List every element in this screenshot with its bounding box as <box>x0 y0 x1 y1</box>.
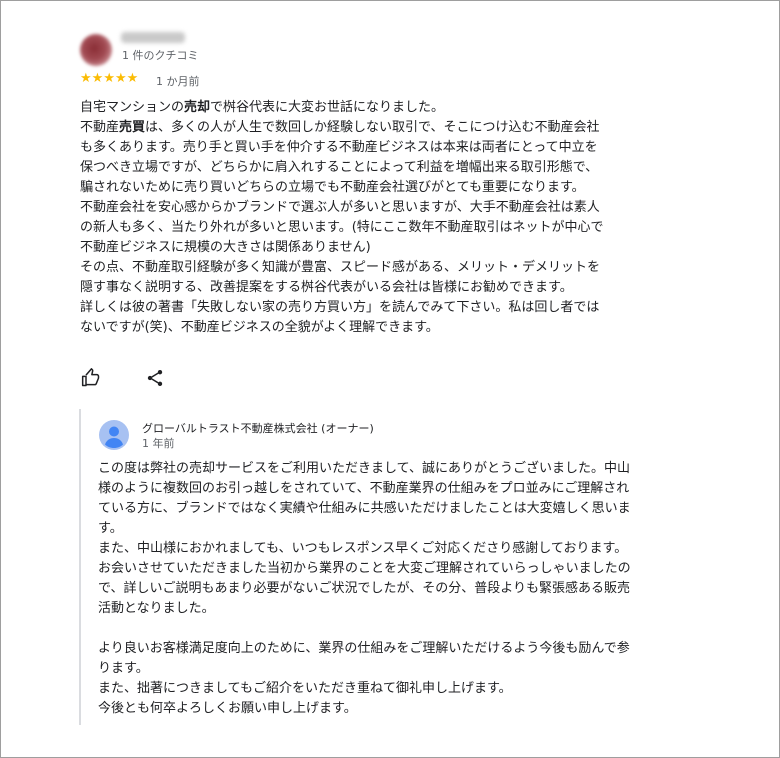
review-text-segment: 保つべき立場ですが、どちらかに肩入れすることによって利益を増幅出来る取引形態で、 <box>80 160 599 175</box>
star-icon: ★ <box>80 71 92 86</box>
reply-text-line: で、詳しいご説明もあまり必要がないご状況でしたが、その分、普段よりも緊張感ある販… <box>98 581 630 596</box>
review-text-line: 隠す事なく説明する、改善提案をする桝谷代表がいる会社は皆様にお勧めできます。 <box>80 278 680 298</box>
owner-avatar[interactable] <box>99 420 129 450</box>
star-icon: ★ <box>114 71 127 86</box>
review-text-segment: 不動産 <box>80 120 120 135</box>
review-text-line: 不動産会社を安心感からかブランドで選ぶ人が多いと思いますが、大手不動産会社は素人 <box>80 198 680 218</box>
reviewer-name-redacted[interactable] <box>121 32 185 43</box>
review-text-line: も多くあります。売り手と買い手を仲介する不動産ビジネスは本来は両者にとって中立を <box>80 138 680 158</box>
review-time: 1 か月前 <box>156 75 200 88</box>
share-icon <box>147 370 163 386</box>
star-icon: ★ <box>91 71 104 86</box>
reply-text-line: ります。 <box>98 661 149 676</box>
owner-reply-time: 1 年前 <box>142 437 175 450</box>
owner-reply-text: この度は弊社の売却サービスをご利用いただきまして、誠にありがとうございました。中… <box>98 459 678 719</box>
review-text-segment: ないですが(笑)、不動産ビジネスの全貌がよく理解できます。 <box>80 320 439 335</box>
review-text-segment: で桝谷代表に大変お世話になりました。 <box>210 100 445 115</box>
person-avatar-icon <box>99 420 129 450</box>
review-text-line: 騙されないために売り買いどちらの立場でも不動産会社選びがとても重要になります。 <box>80 178 680 198</box>
review-text-segment: 隠す事なく説明する、改善提案をする桝谷代表がいる会社は皆様にお勧めできます。 <box>80 280 573 295</box>
review-text-line: 不動産ビジネスに規模の大きさは関係ありません) <box>80 238 680 258</box>
share-button[interactable] <box>145 368 165 388</box>
reply-text-line: より良いお客様満足度向上のために、業界の仕組みをご理解いただけるよう今後も励んで… <box>98 641 630 656</box>
owner-name[interactable]: グローバルトラスト不動産株式会社 (オーナー) <box>142 420 374 436</box>
review-text: 自宅マンションの売却で桝谷代表に大変お世話になりました。 不動産売買は、多くの人が… <box>80 98 680 338</box>
review-text-segment: その点、不動産取引経験が多く知識が豊富、スピード感がある、メリット・デメリットを <box>80 260 601 275</box>
review-text-segment: 不動産会社を安心感からかブランドで選ぶ人が多いと思いますが、大手不動産会社は素人 <box>80 200 600 215</box>
reviewer-avatar[interactable] <box>80 34 112 66</box>
reply-text-line: この度は弊社の売却サービスをご利用いただきまして、誠にありがとうございました。中… <box>98 461 630 476</box>
review-text-line: ないですが(笑)、不動産ビジネスの全貌がよく理解できます。 <box>80 318 680 338</box>
reply-text-line: 様のように複数回のお引っ越しをされていて、不動産業界の仕組みをプロ並みにご理解さ… <box>98 481 630 496</box>
thumbs-up-icon <box>81 368 100 387</box>
reply-text-line: 今後とも何卒よろしくお願い申し上げます。 <box>98 701 357 716</box>
reply-text-line: また、拙著につきましてもご紹介をいただき重ねて御礼申し上げます。 <box>98 681 512 696</box>
reply-text-line: す。 <box>98 521 123 536</box>
review-text-line: 詳しくは彼の著書「失敗しない家の売り方買い方」を読んでみて下さい。私は回し者では <box>80 298 680 318</box>
review-text-segment: 自宅マンションの <box>80 100 185 115</box>
review-text-segment: 不動産ビジネスに規模の大きさは関係ありません) <box>80 240 371 255</box>
reply-text-line: お会いさせていただきました当初から業界のことを大変ご理解されていらっしゃいました… <box>98 561 631 576</box>
like-button[interactable] <box>81 368 101 388</box>
reviewer-review-count: 1 件のクチコミ <box>122 49 199 62</box>
review-text-line: 自宅マンションの売却で桝谷代表に大変お世話になりました。 <box>80 98 680 118</box>
reply-text-line: 活動となりました。 <box>98 601 215 616</box>
review-text-segment: 詳しくは彼の著書「失敗しない家の売り方買い方」を読んでみて下さい。私は回し者では <box>80 300 600 315</box>
review-text-bold: 売買 <box>119 120 146 135</box>
review-text-segment: 騙されないために売り買いどちらの立場でも不動産会社選びがとても重要になります。 <box>80 180 585 195</box>
star-icon: ★ <box>103 71 115 86</box>
reply-text-line: また、中山様におかれましても、いつもレスポンス早くご対応くださり感謝しております… <box>98 541 628 556</box>
review-text-line: 保つべき立場ですが、どちらかに肩入れすることによって利益を増幅出来る取引形態で、 <box>80 158 680 178</box>
reply-text-line: ている方に、ブランドではなく実績や仕組みに共感いただけましたことは大変嬉しく思い… <box>98 501 631 516</box>
review-text-line: の新人も多く、当たり外れが多いと思います。(特にここ数年不動産取引はネットが中心… <box>80 218 680 238</box>
review-text-segment: は、多くの人が人生で数回しか経験しない取引で、そこにつけ込む不動産会社 <box>145 120 600 135</box>
review-text-line: 不動産売買は、多くの人が人生で数回しか経験しない取引で、そこにつけ込む不動産会社 <box>80 118 680 138</box>
review-card: 1 件のクチコミ ★ ★ ★ ★ ★ 1 か月前 自宅マンションの売却で桝谷代表に大変お… <box>0 0 780 758</box>
reply-indent-bar <box>79 409 81 725</box>
review-text-segment: の新人も多く、当たり外れが多いと思います。(特にここ数年不動産取引はネットが中心… <box>80 220 604 235</box>
review-text-segment: も多くあります。売り手と買い手を仲介する不動産ビジネスは本来は両者にとって中立を <box>80 140 598 155</box>
star-icon: ★ <box>126 71 139 86</box>
star-rating: ★ ★ ★ ★ ★ <box>80 72 138 85</box>
review-text-bold: 売却 <box>184 100 211 115</box>
review-text-line: その点、不動産取引経験が多く知識が豊富、スピード感がある、メリット・デメリットを <box>80 258 680 278</box>
reply-text-line <box>98 619 678 639</box>
